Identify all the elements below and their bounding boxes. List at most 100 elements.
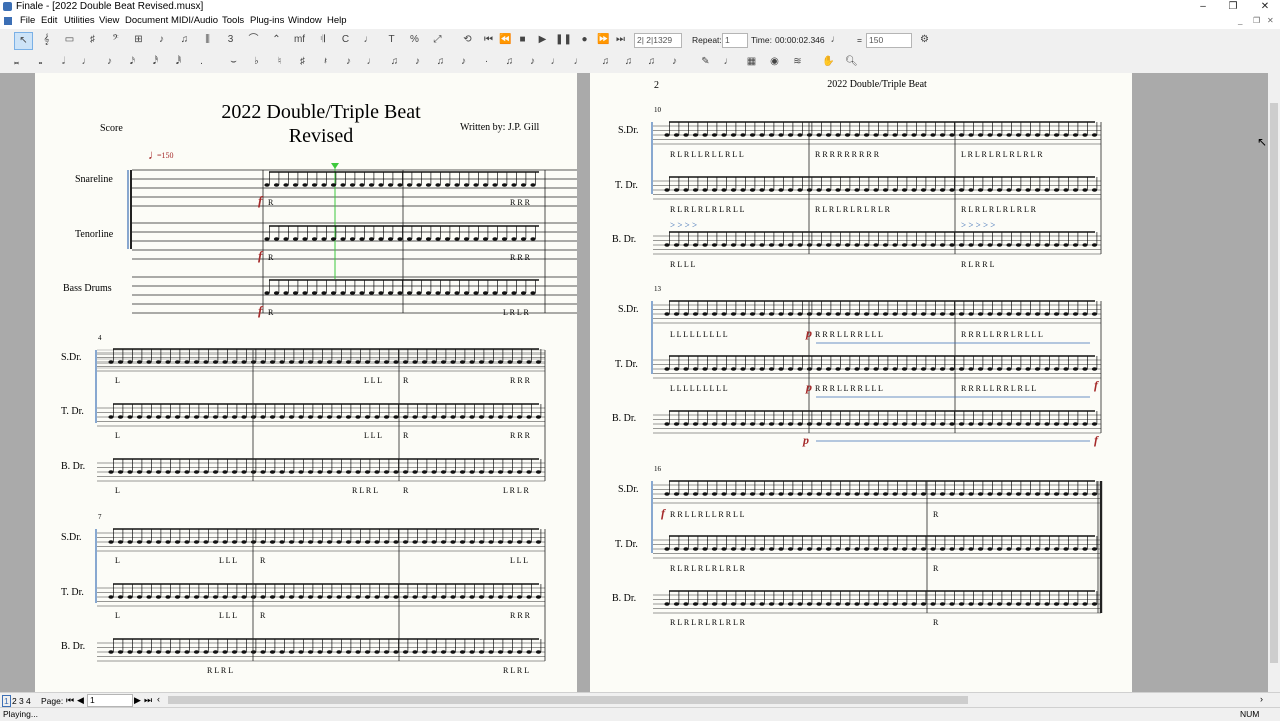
tuplet-tool-icon[interactable]: 3 — [222, 32, 239, 48]
pause-icon[interactable]: ❚❚ — [555, 32, 572, 48]
eraser-icon[interactable]: ♪ — [524, 54, 541, 70]
tremolo-icon[interactable]: · — [478, 54, 495, 70]
time-signature-tool-icon[interactable]: ⊞ — [130, 32, 147, 48]
beam-icon[interactable]: ♫ — [597, 54, 614, 70]
prev-page-icon[interactable]: ◀ — [77, 695, 84, 706]
lyrics-entry-icon[interactable]: ♩ — [720, 54, 737, 70]
grace-note-icon[interactable]: ♪ — [340, 54, 357, 70]
flat-icon[interactable]: ♭ — [248, 54, 265, 70]
beam-break-icon[interactable]: ♫ — [432, 54, 449, 70]
slash-icon[interactable]: ♪ — [409, 54, 426, 70]
minimize-button[interactable]: – — [1188, 0, 1218, 14]
maximize-button[interactable]: ❐ — [1218, 0, 1248, 14]
menu-tools[interactable]: Tools — [222, 15, 244, 26]
hyperscribe-tool-icon[interactable]: ⫼ — [199, 32, 216, 48]
tempo-field[interactable]: 150 — [866, 33, 912, 48]
page-tab-1[interactable]: 1 — [2, 695, 11, 707]
entry-item-icon[interactable]: ♩ — [570, 54, 587, 70]
vertical-scroll-thumb[interactable] — [1270, 103, 1278, 663]
text-tool-icon[interactable]: T — [383, 32, 400, 48]
expression-tool-icon[interactable]: mf — [291, 32, 308, 48]
flag-icon[interactable]: ♪ — [666, 54, 683, 70]
repeat-field[interactable]: 1 — [722, 33, 748, 48]
page-tab-2[interactable]: 2 — [12, 696, 17, 706]
end-icon[interactable]: ⏭ — [612, 32, 629, 48]
thirty-second-note-icon[interactable]: 𝅘𝅥𝅰 — [147, 54, 164, 70]
articulation-tool-icon[interactable]: ⌃ — [268, 32, 285, 48]
page-tab-4[interactable]: 4 — [26, 696, 31, 706]
document-icon[interactable] — [4, 17, 12, 25]
page-tab-3[interactable]: 3 — [19, 696, 24, 706]
double-whole-note-icon[interactable]: 𝅜 — [8, 54, 25, 70]
menu-plug-ins[interactable]: Plug-ins — [250, 15, 284, 26]
stem-icon[interactable]: ♪ — [455, 54, 472, 70]
smart-shape-tool-icon[interactable]: ⌒ — [245, 32, 262, 48]
natural-icon[interactable]: ♮ — [271, 54, 288, 70]
triplet-icon[interactable]: ♫ — [643, 54, 660, 70]
menu-document[interactable]: Document — [125, 15, 168, 26]
cue-icon[interactable]: ♩ — [547, 54, 564, 70]
whole-note-icon[interactable]: 𝅝 — [32, 54, 49, 70]
wrench-icon[interactable]: ✎ — [697, 54, 714, 70]
playback-settings-icon[interactable]: ⚙ — [916, 32, 933, 48]
eighth-note-icon[interactable]: ♪ — [101, 54, 118, 70]
speedy-entry-tool-icon[interactable]: ♫ — [176, 32, 193, 48]
scroll-mode-icon[interactable]: ⟲ — [459, 32, 476, 48]
menu-utilities[interactable]: Utilities — [64, 15, 95, 26]
page-number-field[interactable]: 1 — [87, 694, 133, 707]
stop-icon[interactable]: ■ — [514, 32, 531, 48]
fast-forward-icon[interactable]: ⏩ — [595, 32, 612, 48]
menu-edit[interactable]: Edit — [41, 15, 57, 26]
hand-grabber-icon[interactable]: ✋ — [820, 54, 837, 70]
sixteenth-note-icon[interactable]: 𝅘𝅥𝅯 — [124, 54, 141, 70]
simple-entry-tool-icon[interactable]: ♪ — [153, 32, 170, 48]
tuplet-entry-icon[interactable]: ♫ — [386, 54, 403, 70]
measure-tool-icon[interactable]: ▭ — [61, 32, 78, 48]
menu-view[interactable]: View — [99, 15, 119, 26]
menu-help[interactable]: Help — [327, 15, 347, 26]
voice-icon[interactable]: ♩ — [363, 54, 380, 70]
last-page-icon[interactable]: ⏭ — [144, 695, 152, 706]
mdi-minimize-icon[interactable]: _ — [1238, 16, 1242, 25]
rest-icon[interactable]: 𝄽 — [317, 54, 334, 70]
scroll-right-icon[interactable]: › — [1260, 694, 1263, 704]
playback-counter[interactable]: 2| 2|1329 — [634, 33, 682, 48]
quarter-note-icon[interactable]: ♩ — [78, 54, 95, 70]
menu-window[interactable]: Window — [288, 15, 322, 26]
human-playback-icon[interactable]: ≋ — [789, 54, 806, 70]
mdi-close-icon[interactable]: ✕ — [1267, 16, 1274, 25]
close-button[interactable]: ✕ — [1250, 0, 1280, 14]
menu-midi-audio[interactable]: MIDI/Audio — [171, 15, 218, 26]
resize-tool-icon[interactable]: ⤢ — [429, 32, 446, 48]
zoom-icon[interactable]: 🔍︎ — [843, 54, 860, 70]
rewind-icon[interactable]: ⏮ — [480, 32, 497, 48]
half-note-icon[interactable]: 𝅗𝅥 — [55, 54, 72, 70]
zoom-palette-icon[interactable]: ▦ — [743, 54, 760, 70]
score-workspace[interactable]: 2022 Double/Triple Beat Revised Score Wr… — [0, 73, 1268, 692]
tempo-note-icon[interactable]: ♩ — [827, 32, 844, 48]
layer-icon[interactable]: ♫ — [501, 54, 518, 70]
record-icon[interactable]: ● — [576, 32, 593, 48]
menu-file[interactable]: File — [20, 15, 35, 26]
horizontal-scroll-thumb[interactable] — [168, 696, 968, 704]
repeat-tool-icon[interactable]: 𝄇 — [314, 32, 331, 48]
chord-tool-icon[interactable]: C — [337, 32, 354, 48]
play-icon[interactable]: ▶ — [534, 32, 551, 48]
next-page-icon[interactable]: ▶ — [134, 695, 141, 706]
selection-tool-icon[interactable]: ↖ — [14, 32, 33, 50]
midi-tool-icon[interactable]: ◉ — [766, 54, 783, 70]
graphics-tool-icon[interactable]: % — [406, 32, 423, 48]
fast-back-icon[interactable]: ⏪ — [497, 32, 514, 48]
clef-tool-icon[interactable]: 𝄢 — [107, 32, 124, 48]
vertical-scrollbar[interactable] — [1268, 73, 1280, 692]
dot-icon[interactable]: . — [193, 54, 210, 70]
key-signature-tool-icon[interactable]: ♯ — [84, 32, 101, 48]
scroll-left-icon[interactable]: ‹ — [157, 694, 160, 704]
staff-tool-icon[interactable]: 𝄞 — [38, 32, 55, 48]
sharp-icon[interactable]: ♯ — [294, 54, 311, 70]
lyrics-tool-icon[interactable]: ♩ — [360, 32, 377, 48]
mdi-restore-icon[interactable]: ❐ — [1253, 16, 1260, 25]
sixty-fourth-note-icon[interactable]: 𝅘𝅥𝅱 — [170, 54, 187, 70]
first-page-icon[interactable]: ⏮ — [66, 695, 74, 706]
tie-icon[interactable]: ⌣ — [225, 54, 242, 70]
